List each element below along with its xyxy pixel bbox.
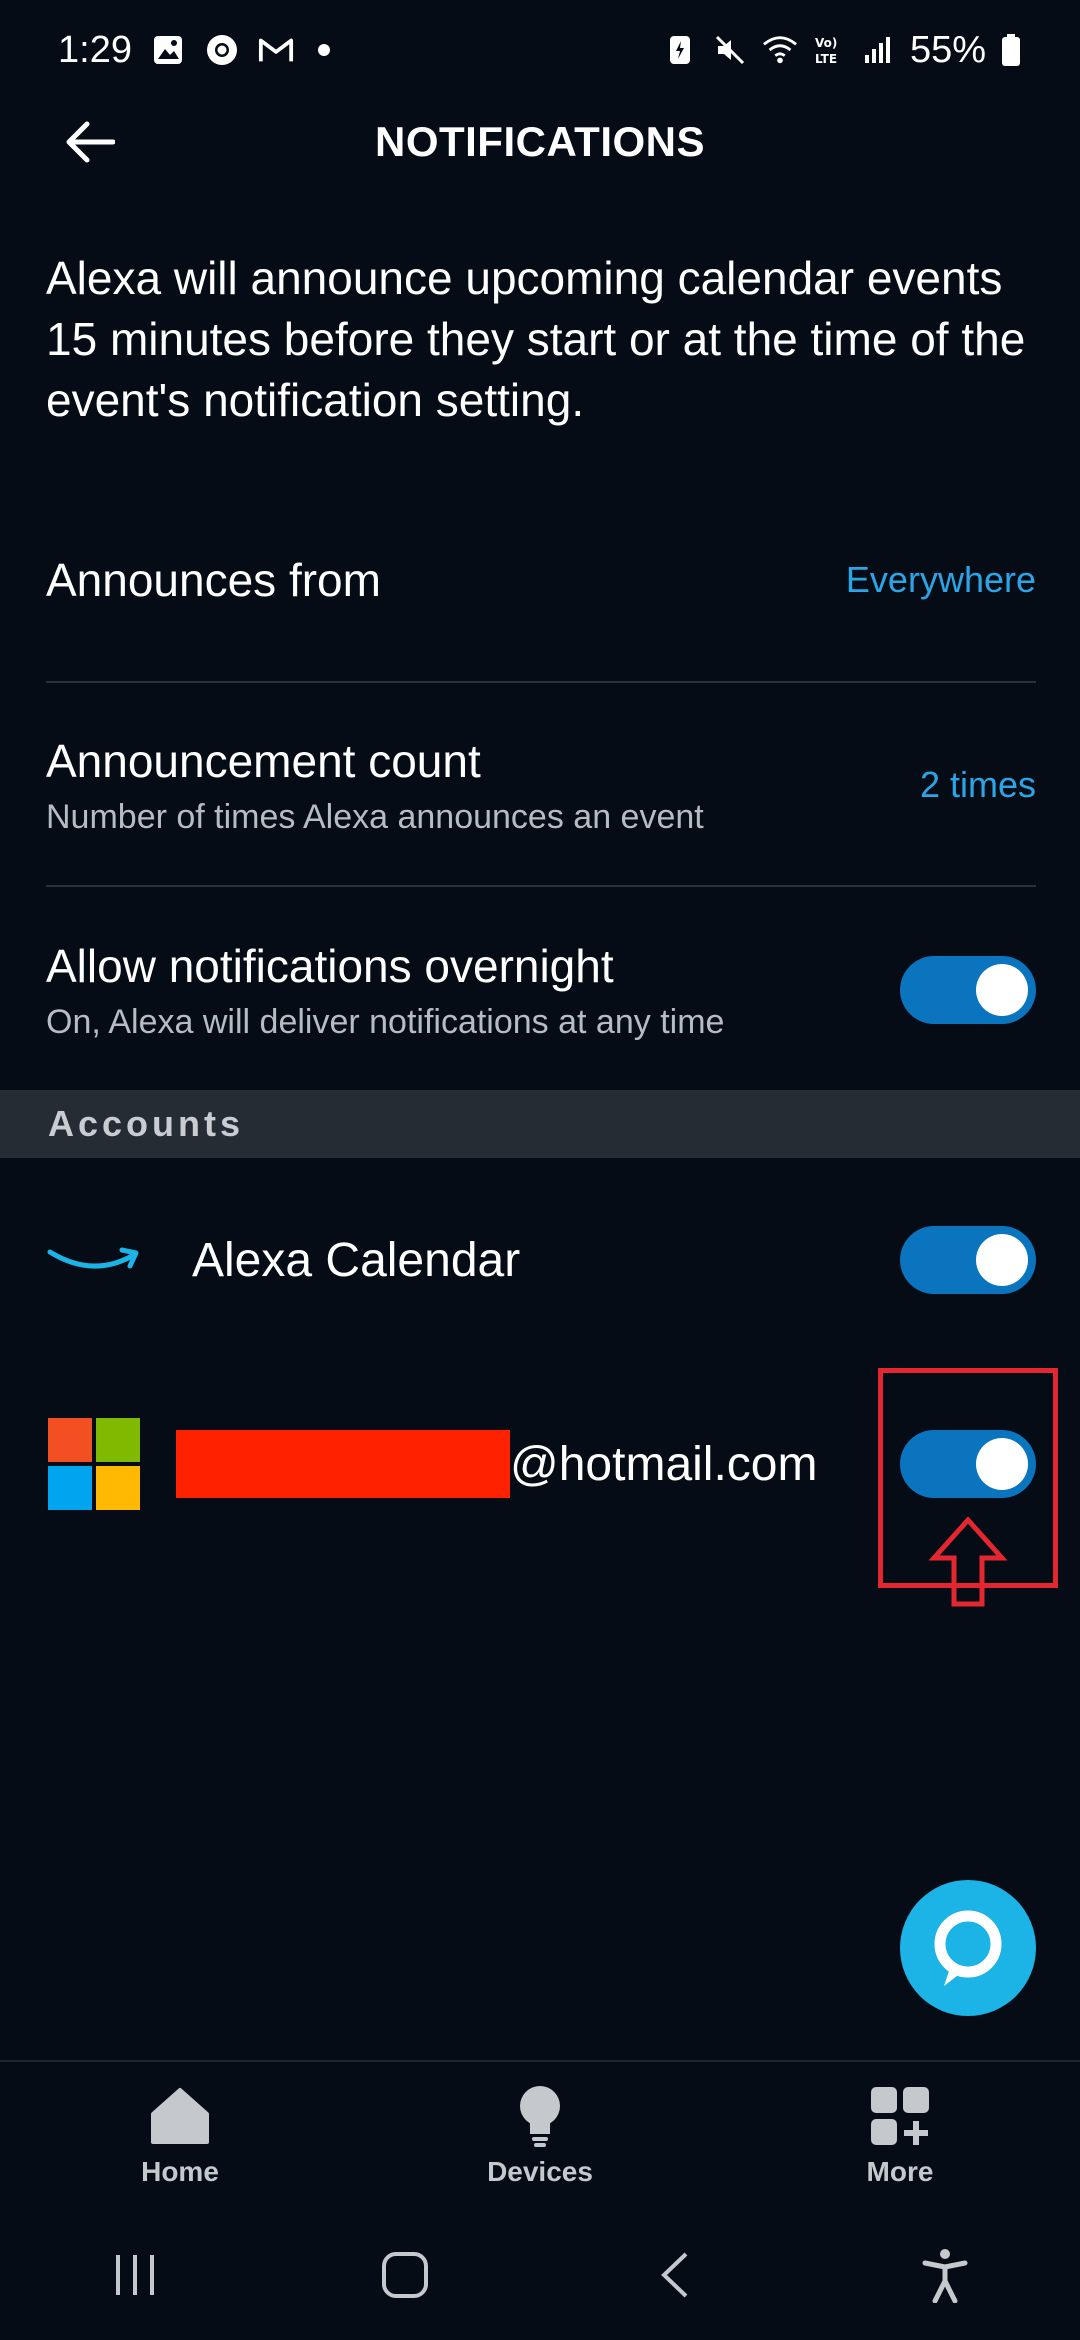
toggle-knob — [976, 964, 1028, 1016]
gmail-icon — [258, 32, 294, 68]
nav-home[interactable]: Home — [30, 2084, 330, 2188]
page-title: NOTIFICATIONS — [374, 118, 706, 165]
nav-more-label: More — [866, 2156, 934, 2187]
up-arrow-annotation-icon — [928, 1516, 1008, 1607]
nav-devices-label: Devices — [487, 2156, 593, 2187]
announcement-count-label: Announcement count — [46, 734, 481, 787]
recent-apps-button[interactable] — [95, 2235, 175, 2315]
overnight-text: Allow notifications overnight On, Alexa … — [46, 939, 724, 1042]
back-system-button[interactable] — [635, 2235, 715, 2315]
battery-percent: 55% — [909, 28, 986, 71]
redacted-email-block — [176, 1430, 510, 1498]
gallery-icon — [150, 32, 186, 68]
status-right: Vo) LTE 55% — [662, 29, 1022, 72]
divider — [46, 681, 1036, 683]
back-arrow-icon — [66, 121, 115, 163]
status-time: 1:29 — [58, 28, 132, 71]
volte-icon: Vo) LTE — [812, 32, 846, 68]
status-left: 1:29 — [58, 29, 330, 72]
announces-from-label: Announces from — [46, 554, 381, 606]
bottom-navigation: Home Devices More — [0, 2060, 1080, 2210]
home-icon — [148, 2084, 212, 2148]
accessibility-button[interactable] — [905, 2235, 985, 2315]
status-bar: 1:29 Vo) LTE 55% — [0, 0, 1080, 100]
nav-more[interactable]: More — [750, 2084, 1050, 2188]
back-chevron-icon — [661, 2252, 688, 2298]
home-system-icon — [382, 2252, 428, 2298]
accessibility-icon — [922, 2249, 968, 2303]
app-bar: NOTIFICATIONS — [0, 100, 1080, 184]
overnight-subtitle: On, Alexa will deliver notifications at … — [46, 1002, 725, 1041]
announcement-count-row[interactable]: Announcement count Number of times Alexa… — [46, 725, 1036, 845]
mute-icon — [712, 32, 748, 68]
amazon-smile-icon — [46, 1240, 142, 1280]
home-system-button[interactable] — [365, 2235, 445, 2315]
system-navigation-bar — [0, 2220, 1080, 2330]
back-button[interactable] — [54, 110, 124, 174]
alexa-ring-icon — [934, 1910, 1002, 1986]
wifi-icon — [762, 32, 798, 68]
hotmail-account-label: @hotmail.com — [510, 1437, 818, 1491]
announcement-count-text: Announcement count Number of times Alexa… — [46, 734, 704, 837]
nav-home-label: Home — [141, 2156, 219, 2187]
overnight-row: Allow notifications overnight On, Alexa … — [46, 930, 1036, 1050]
bulb-icon — [508, 2084, 572, 2148]
battery-icon — [1000, 32, 1022, 68]
intro-description: Alexa will announce upcoming calendar ev… — [46, 252, 1026, 426]
toggle-knob — [976, 1234, 1028, 1286]
signal-icon — [860, 32, 896, 68]
notification-dot — [317, 44, 330, 56]
alexa-calendar-toggle[interactable] — [900, 1226, 1036, 1294]
nav-devices[interactable]: Devices — [390, 2084, 690, 2188]
overnight-label: Allow notifications overnight — [46, 939, 614, 992]
grid-plus-icon — [868, 2084, 932, 2148]
announcement-count-subtitle: Number of times Alexa announces an event — [46, 797, 704, 836]
battery-saver-icon — [662, 32, 698, 68]
account-alexa-calendar: Alexa Calendar — [46, 1210, 1036, 1310]
announces-from-row[interactable]: Announces from Everywhere — [46, 545, 1036, 615]
chrome-icon — [204, 32, 240, 68]
announcement-count-value[interactable]: 2 times — [920, 764, 1036, 806]
overnight-toggle[interactable] — [900, 956, 1036, 1024]
recent-apps-icon — [116, 2255, 154, 2295]
announces-from-value[interactable]: Everywhere — [846, 559, 1036, 601]
divider — [46, 885, 1036, 887]
accounts-section-header: Accounts — [0, 1090, 1080, 1158]
alexa-voice-button[interactable] — [900, 1880, 1036, 2016]
svg-text:LTE: LTE — [815, 52, 837, 66]
alexa-calendar-label: Alexa Calendar — [192, 1233, 521, 1287]
microsoft-logo-icon — [46, 1416, 142, 1512]
svg-text:Vo): Vo) — [815, 36, 837, 50]
